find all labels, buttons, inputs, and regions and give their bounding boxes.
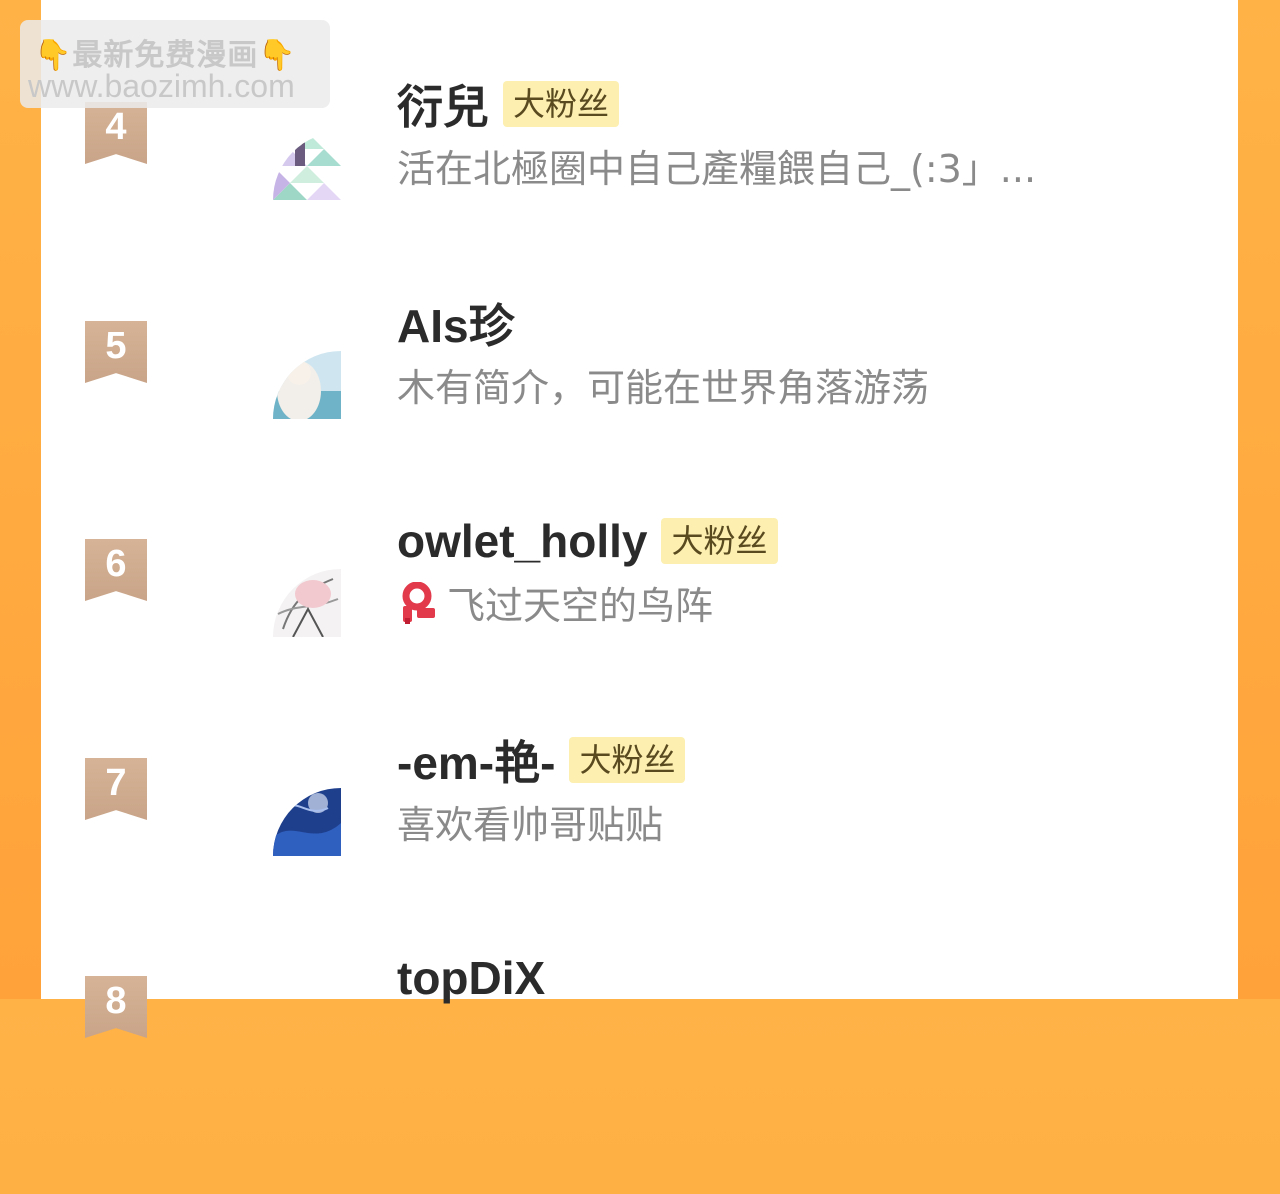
big-fan-badge: 大粉丝 — [661, 518, 778, 564]
fan-list-panel: 4 衍兒 大粉丝 活在北極圈中自己產糧餵自己_(:3」... 5 AIs珍 木有… — [41, 0, 1238, 1038]
fan-row[interactable]: 8 topDiX — [41, 952, 1238, 1194]
fan-name[interactable]: owlet_holly — [397, 514, 647, 568]
fan-row[interactable]: 5 AIs珍 木有简介，可能在世界角落游荡 — [41, 300, 1238, 539]
rank-ribbon: 5 — [85, 321, 147, 383]
sketch-girl-avatar[interactable] — [273, 569, 341, 637]
fan-name[interactable]: 衍兒 — [397, 71, 489, 137]
fan-name-line: -em-艳- 大粉丝 — [397, 727, 686, 793]
rank-ribbon: 7 — [85, 758, 147, 820]
red-scarf-icon — [397, 581, 441, 635]
fan-bio-text: 飞过天空的鸟阵 — [447, 584, 714, 628]
rank-ribbon: 4 — [85, 102, 147, 164]
fan-bio: 飞过天空的鸟阵 — [397, 575, 713, 635]
fan-bio: 木有简介，可能在世界角落游荡 — [397, 366, 930, 410]
fan-name[interactable]: AIs珍 — [397, 290, 515, 356]
rank-ribbon: 6 — [85, 539, 147, 601]
blue-lace-avatar[interactable] — [273, 788, 341, 856]
fan-bio: 喜欢看帅哥贴贴 — [397, 803, 664, 847]
fan-name[interactable]: topDiX — [397, 951, 545, 1005]
big-fan-badge: 大粉丝 — [503, 81, 620, 127]
fan-name-line: AIs珍 — [397, 293, 515, 353]
triangle-mosaic-avatar[interactable] — [273, 132, 341, 200]
big-fan-badge: 大粉丝 — [569, 737, 686, 783]
watermark: 👇最新免费漫画👇 www.baozimh.com — [20, 20, 330, 108]
anime-girl-sky-avatar[interactable] — [273, 351, 341, 419]
fan-name-line: 衍兒 大粉丝 — [397, 71, 620, 137]
rank-ribbon: 8 — [85, 976, 147, 1038]
fan-row[interactable]: 7 -em-艳- 大粉丝 喜欢看帅哥贴贴 — [41, 737, 1238, 976]
fan-name-line: topDiX — [397, 948, 545, 1008]
fan-bio: 活在北極圈中自己產糧餵自己_(:3」... — [397, 147, 1037, 191]
fan-name-line: owlet_holly 大粉丝 — [397, 511, 778, 571]
watermark-url: www.baozimh.com — [28, 68, 295, 104]
fan-row[interactable]: 6 owlet_holly 大粉丝 飞过天空的鸟阵 — [41, 515, 1238, 757]
fan-name[interactable]: -em-艳- — [397, 727, 555, 793]
fan-row[interactable]: 4 衍兒 大粉丝 活在北極圈中自己產糧餵自己_(:3」... — [41, 81, 1238, 320]
